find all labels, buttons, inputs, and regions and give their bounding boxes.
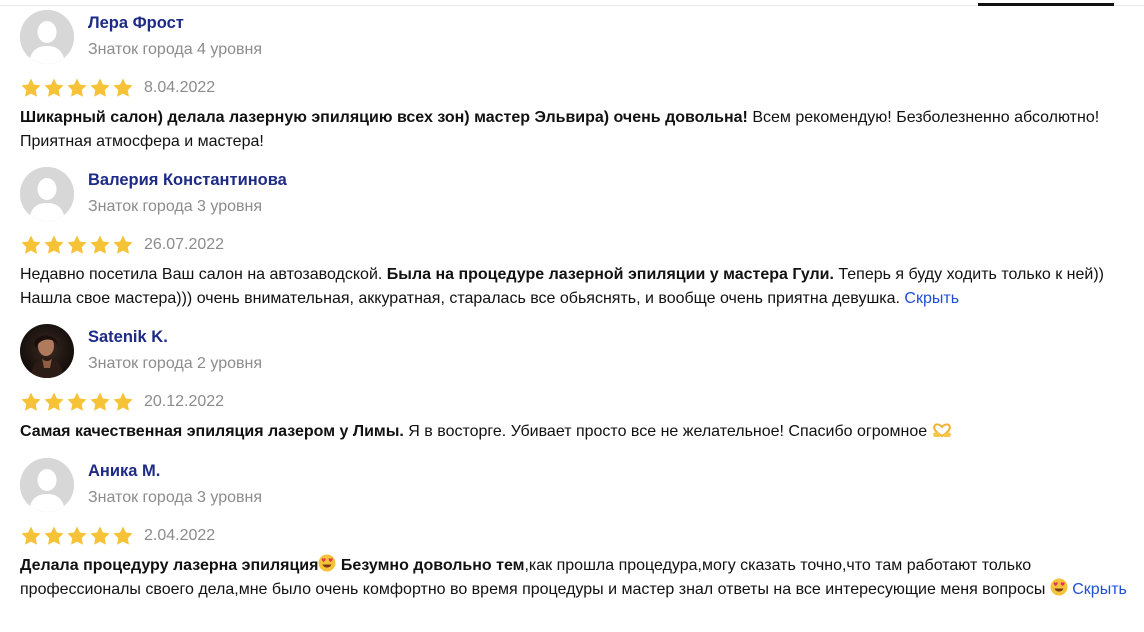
avatar[interactable]: [20, 458, 74, 512]
review-date: 26.07.2022: [144, 236, 225, 253]
rating-row: 26.07.2022: [20, 233, 1130, 257]
review-text-bold: Шикарный салон) делала лазерную эпиляцию…: [20, 109, 748, 126]
review-text-body: Я в восторге. Убивает просто все не жела…: [403, 423, 932, 440]
author-name[interactable]: Лера Фрост: [88, 14, 184, 33]
rating-row: 2.04.2022: [20, 524, 1130, 548]
review-text-bold: Делала процедуру лазерна эпиляция: [20, 557, 319, 574]
heart-hands-emoji-icon: [932, 423, 951, 438]
review-text: Недавно посетила Ваш салон на автозаводс…: [20, 263, 1130, 311]
avatar[interactable]: [20, 324, 74, 378]
hide-review-link[interactable]: Скрыть: [904, 290, 959, 307]
author-name[interactable]: Валерия Константинова: [88, 171, 287, 190]
star-icon: [21, 78, 41, 97]
star-icon: [113, 78, 133, 97]
review-item: Лера Фрост Знаток города 4 уровня 8.04.2…: [20, 10, 1130, 154]
star-icon: [90, 78, 110, 97]
review-text: Самая качественная эпиляция лазером у Ли…: [20, 420, 1130, 444]
review-item: Аника М. Знаток города 3 уровня 2.04.202…: [20, 458, 1130, 602]
review-text-bold: Самая качественная эпиляция лазером у Ли…: [20, 423, 404, 440]
star-icon: [90, 392, 110, 411]
star-icon: [90, 235, 110, 254]
rating-stars: [20, 234, 134, 256]
active-tab-indicator: [978, 3, 1114, 6]
top-divider: [0, 5, 1144, 6]
review-item: Satenik K. Знаток города 2 уровня 20.12.…: [20, 324, 1130, 444]
star-icon: [21, 235, 41, 254]
review-header: Satenik K. Знаток города 2 уровня: [20, 324, 1130, 390]
user-placeholder-icon: [20, 458, 74, 512]
avatar[interactable]: [20, 167, 74, 221]
star-icon: [21, 392, 41, 411]
review-text: Делала процедуру лазерна эпиляция Безумн…: [20, 554, 1130, 602]
review-item: Валерия Константинова Знаток города 3 ур…: [20, 167, 1130, 311]
review-text-bold-2: Безумно довольно тем: [336, 557, 525, 574]
star-icon: [113, 235, 133, 254]
rating-row: 8.04.2022: [20, 76, 1130, 100]
star-icon: [67, 392, 87, 411]
author-level: Знаток города 4 уровня: [88, 41, 263, 58]
review-text-bold: Была на процедуре лазерной эпиляции у ма…: [386, 266, 834, 283]
author-level: Знаток города 3 уровня: [88, 198, 263, 215]
user-placeholder-icon: [20, 10, 74, 64]
rating-stars: [20, 77, 134, 99]
star-icon: [90, 526, 110, 545]
star-icon: [44, 235, 64, 254]
star-icon: [21, 526, 41, 545]
star-icon: [44, 392, 64, 411]
star-icon: [44, 78, 64, 97]
heart-eyes-emoji-icon: [1050, 578, 1068, 596]
rating-stars: [20, 391, 134, 413]
user-photo-icon: [20, 324, 74, 378]
hide-review-link[interactable]: Скрыть: [1072, 581, 1127, 598]
review-date: 20.12.2022: [144, 393, 225, 410]
user-placeholder-icon: [20, 167, 74, 221]
star-icon: [44, 526, 64, 545]
review-text: Шикарный салон) делала лазерную эпиляцию…: [20, 106, 1130, 154]
avatar[interactable]: [20, 10, 74, 64]
star-icon: [67, 78, 87, 97]
review-date: 8.04.2022: [144, 79, 216, 96]
author-level: Знаток города 3 уровня: [88, 489, 263, 506]
author-level: Знаток города 2 уровня: [88, 355, 263, 372]
star-icon: [113, 392, 133, 411]
review-text-lead: Недавно посетила Ваш салон на автозаводс…: [20, 266, 387, 283]
star-icon: [67, 526, 87, 545]
review-header: Аника М. Знаток города 3 уровня: [20, 458, 1130, 524]
author-name[interactable]: Satenik K.: [88, 328, 168, 347]
review-header: Лера Фрост Знаток города 4 уровня: [20, 10, 1130, 76]
star-icon: [67, 235, 87, 254]
review-date: 2.04.2022: [144, 527, 216, 544]
heart-eyes-emoji-icon: [318, 554, 336, 572]
star-icon: [113, 526, 133, 545]
rating-stars: [20, 525, 134, 547]
author-name[interactable]: Аника М.: [88, 462, 160, 481]
review-header: Валерия Константинова Знаток города 3 ур…: [20, 167, 1130, 233]
rating-row: 20.12.2022: [20, 390, 1130, 414]
